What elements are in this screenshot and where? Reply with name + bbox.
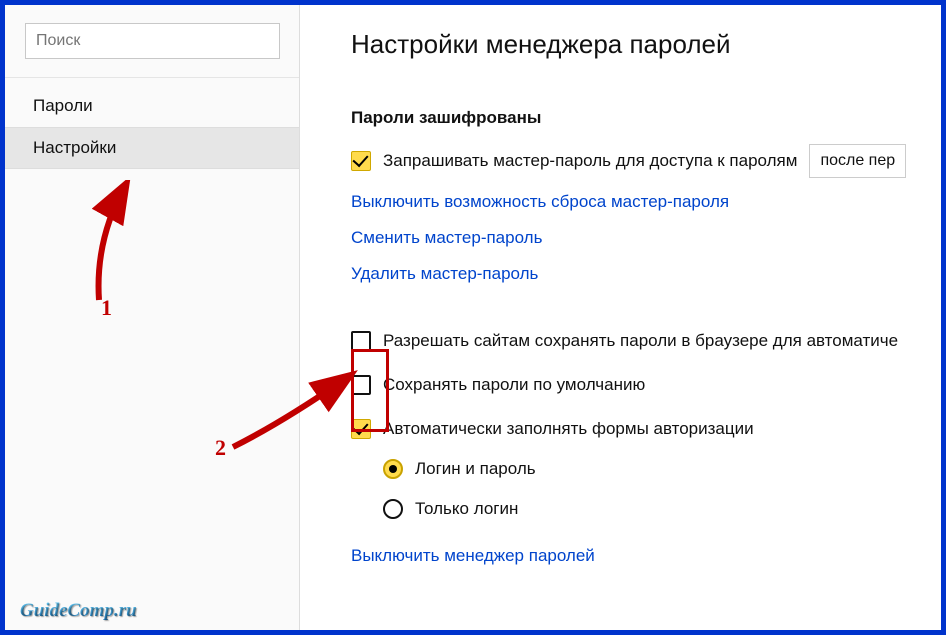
label-login-only: Только логин: [415, 499, 518, 519]
search-input[interactable]: [25, 23, 280, 59]
row-master-prompt: Запрашивать мастер-пароль для доступа к …: [351, 144, 931, 178]
link-disable-manager[interactable]: Выключить менеджер паролей: [351, 546, 595, 566]
sidebar-item-settings[interactable]: Настройки: [5, 127, 299, 169]
label-login-password: Логин и пароль: [415, 459, 536, 479]
sidebar-item-label: Пароли: [33, 96, 93, 115]
checkbox-save-default[interactable]: [351, 375, 371, 395]
link-change-master[interactable]: Сменить мастер-пароль: [351, 228, 542, 248]
radio-login-password[interactable]: [383, 459, 403, 479]
sidebar: Пароли Настройки: [5, 5, 300, 630]
sidebar-divider: [5, 77, 299, 78]
label-autofill: Автоматически заполнять формы авторизаци…: [383, 419, 754, 439]
checkbox-allow-sites[interactable]: [351, 331, 371, 351]
checkbox-autofill[interactable]: [351, 419, 371, 439]
label-master-prompt: Запрашивать мастер-пароль для доступа к …: [383, 151, 797, 171]
row-save-default: Сохранять пароли по умолчанию: [351, 370, 931, 400]
row-radio-login-only: Только логин: [383, 494, 931, 524]
search-container: [5, 5, 299, 77]
section-title: Пароли зашифрованы: [351, 108, 931, 128]
label-save-default: Сохранять пароли по умолчанию: [383, 375, 645, 395]
page-title: Настройки менеджера паролей: [351, 29, 931, 60]
label-allow-sites: Разрешать сайтам сохранять пароли в брау…: [383, 331, 898, 351]
row-radio-login-password: Логин и пароль: [383, 454, 931, 484]
row-allow-sites: Разрешать сайтам сохранять пароли в брау…: [351, 326, 931, 356]
sidebar-item-label: Настройки: [33, 138, 116, 157]
checkbox-master-prompt[interactable]: [351, 151, 371, 171]
link-delete-master[interactable]: Удалить мастер-пароль: [351, 264, 538, 284]
link-disable-reset[interactable]: Выключить возможность сброса мастер-паро…: [351, 192, 729, 212]
main-content: Настройки менеджера паролей Пароли зашиф…: [301, 5, 941, 630]
sidebar-item-passwords[interactable]: Пароли: [5, 86, 299, 127]
dropdown-master-timeout[interactable]: после пер: [809, 144, 906, 178]
radio-login-only[interactable]: [383, 499, 403, 519]
row-autofill: Автоматически заполнять формы авторизаци…: [351, 414, 931, 444]
